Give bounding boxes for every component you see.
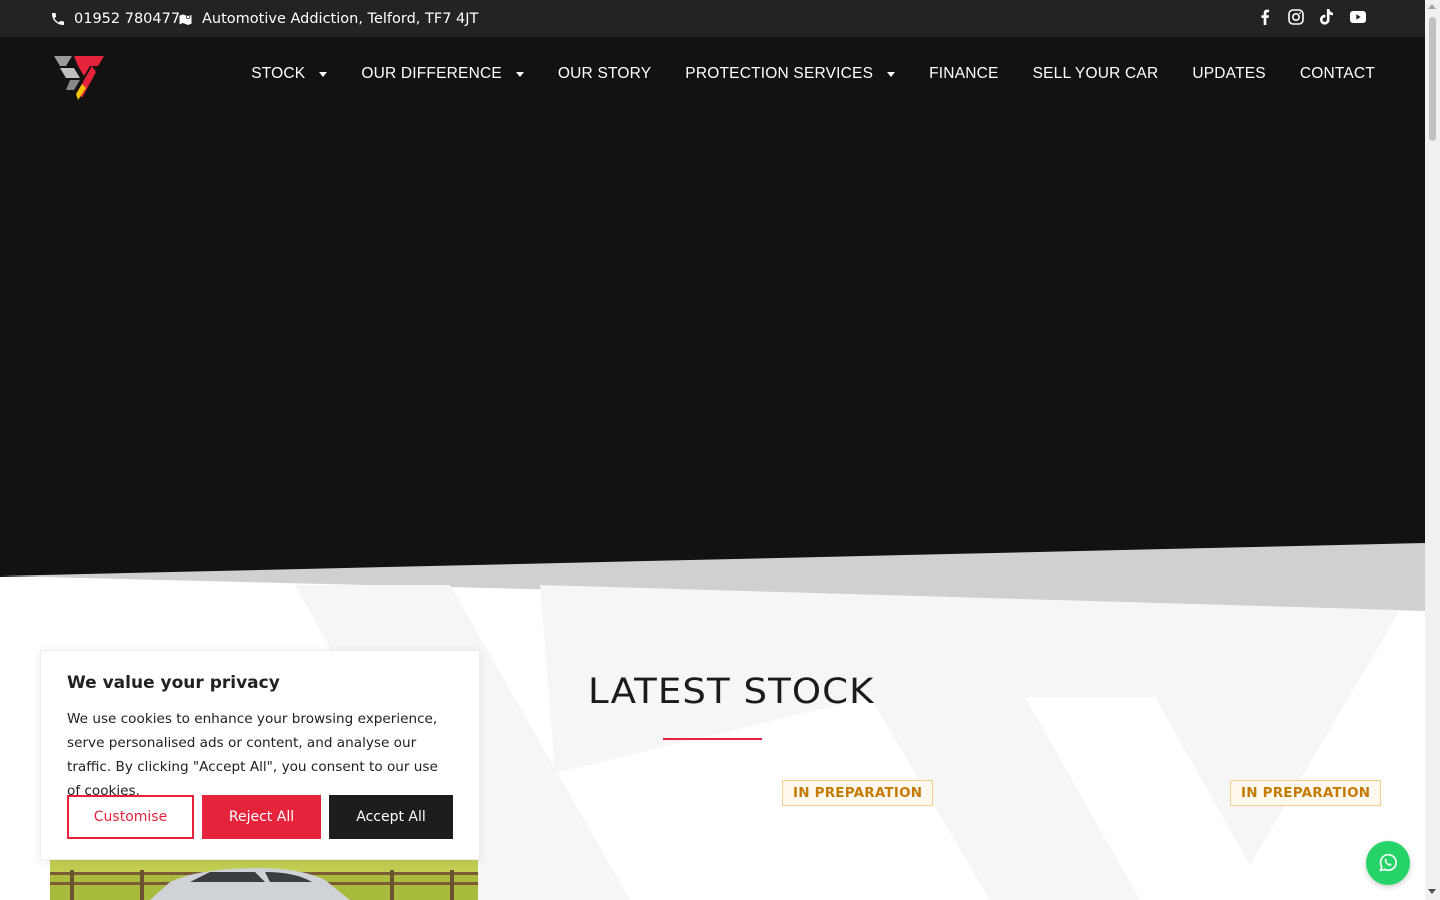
- customise-button[interactable]: Customise: [67, 795, 194, 839]
- whatsapp-icon: [1379, 853, 1397, 872]
- nav-stock-label: STOCK: [251, 65, 306, 82]
- nav-finance-label: FINANCE: [929, 65, 999, 82]
- phone-number: 01952 780477: [74, 10, 181, 27]
- address-contact[interactable]: Automotive Addiction, Telford, TF7 4JT: [177, 0, 478, 37]
- nav-contact[interactable]: CONTACT: [1300, 65, 1375, 83]
- nav-updates[interactable]: UPDATES: [1192, 65, 1265, 83]
- tiktok-icon[interactable]: [1319, 9, 1335, 25]
- site-logo[interactable]: [52, 54, 106, 100]
- top-info-bar: 01952 780477 Automotive Addiction, Telfo…: [0, 0, 1425, 37]
- site-header: STOCK OUR DIFFERENCE OUR STORY PROTECTIO…: [0, 37, 1425, 577]
- cookie-body: We use cookies to enhance your browsing …: [67, 711, 438, 799]
- cookie-title: We value your privacy: [67, 673, 280, 693]
- title-underline: [663, 738, 762, 740]
- main-navigation: STOCK OUR DIFFERENCE OUR STORY PROTECTIO…: [251, 65, 1375, 83]
- youtube-icon[interactable]: [1350, 9, 1366, 25]
- scroll-thumb[interactable]: [1429, 17, 1436, 141]
- latest-stock-title: LATEST STOCK: [588, 672, 875, 712]
- page-scrollbar[interactable]: [1425, 0, 1440, 900]
- car-listing-image[interactable]: [50, 860, 478, 900]
- facebook-icon[interactable]: [1257, 9, 1273, 25]
- nav-sell-your-car[interactable]: SELL YOUR CAR: [1033, 65, 1159, 83]
- status-badge: IN PREPARATION: [1230, 780, 1382, 806]
- instagram-icon[interactable]: [1288, 9, 1304, 25]
- scroll-down-icon[interactable]: [1428, 889, 1436, 894]
- phone-icon: [52, 12, 64, 25]
- caret-down-icon: [319, 71, 328, 77]
- nav-our-difference[interactable]: OUR DIFFERENCE: [361, 65, 524, 83]
- social-links: [1257, 0, 1366, 34]
- nav-our-story[interactable]: OUR STORY: [558, 65, 651, 83]
- accept-all-button[interactable]: Accept All: [329, 795, 453, 839]
- cookie-actions: Customise Reject All Accept All: [67, 795, 453, 839]
- nav-protection-services[interactable]: PROTECTION SERVICES: [685, 65, 896, 83]
- caret-down-icon: [515, 71, 524, 77]
- nav-updates-label: UPDATES: [1192, 65, 1266, 82]
- phone-contact[interactable]: 01952 780477: [50, 0, 180, 37]
- nav-sell-your-car-label: SELL YOUR CAR: [1032, 65, 1159, 82]
- address-text: Automotive Addiction, Telford, TF7 4JT: [202, 10, 479, 27]
- cookie-consent-banner: We value your privacy We use cookies to …: [40, 650, 480, 860]
- reject-all-button[interactable]: Reject All: [202, 795, 321, 839]
- whatsapp-chat-button[interactable]: [1366, 841, 1410, 885]
- nav-our-difference-label: OUR DIFFERENCE: [361, 65, 502, 82]
- status-badge: IN PREPARATION: [782, 780, 934, 806]
- nav-finance[interactable]: FINANCE: [929, 65, 998, 83]
- caret-down-icon: [887, 71, 896, 77]
- nav-contact-label: CONTACT: [1299, 65, 1375, 82]
- map-marker-icon: [179, 13, 192, 25]
- nav-our-story-label: OUR STORY: [557, 65, 652, 82]
- nav-stock[interactable]: STOCK: [251, 65, 328, 83]
- scroll-up-icon[interactable]: [1428, 4, 1436, 9]
- nav-protection-services-label: PROTECTION SERVICES: [685, 65, 874, 82]
